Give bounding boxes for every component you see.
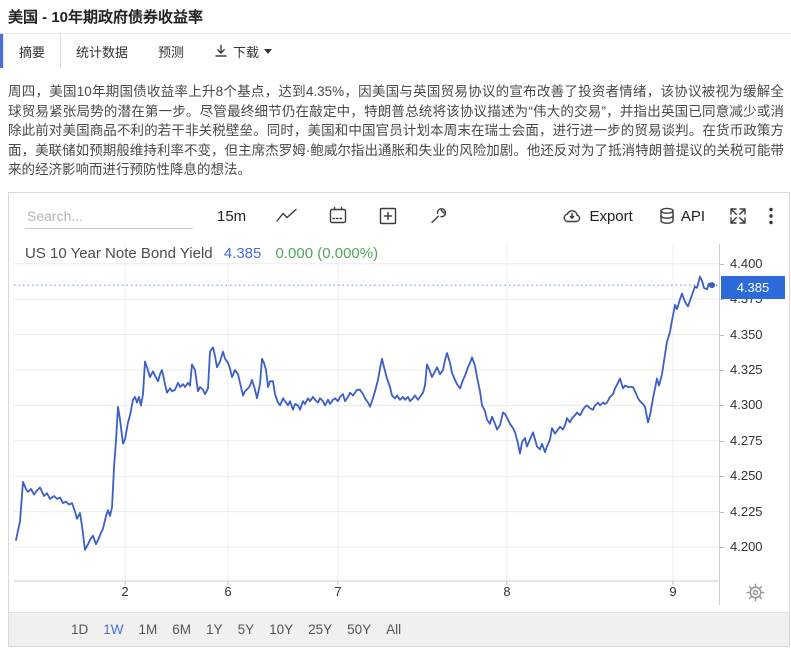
x-axis-label: 2	[121, 584, 128, 599]
interval-button[interactable]: 15m	[217, 208, 246, 225]
y-axis-label: 4.275	[730, 433, 763, 448]
y-axis-label: 4.400	[730, 256, 763, 271]
range-selector: 1D 1W 1M 6M 1Y 5Y 10Y 25Y 50Y All	[9, 612, 789, 646]
calendar-icon[interactable]	[328, 206, 348, 226]
x-axis: 2 6 7 8 9	[9, 584, 719, 602]
y-axis-tick	[720, 476, 724, 477]
toolbar-right-group: Export API	[561, 207, 773, 225]
tab-forecast-label: 预测	[158, 42, 184, 61]
chart-toolbar: 15m	[9, 193, 789, 239]
api-button[interactable]: API	[659, 207, 705, 225]
x-axis-label: 7	[334, 584, 341, 599]
y-axis-label: 4.325	[730, 362, 763, 377]
x-axis-label: 6	[224, 584, 231, 599]
series-name: US 10 Year Note Bond Yield	[25, 245, 213, 262]
export-button[interactable]: Export	[561, 208, 632, 225]
summary-paragraph: 周四，美国10年期国债收益率上升8个基点，达到4.35%，因美国与英国贸易协议的…	[8, 82, 784, 180]
y-axis-tick	[720, 441, 724, 442]
y-axis-tick	[720, 299, 724, 300]
range-button-25y[interactable]: 25Y	[308, 622, 332, 637]
gear-icon[interactable]	[746, 583, 765, 607]
compare-add-icon[interactable]	[378, 206, 398, 226]
cloud-download-icon	[561, 208, 583, 224]
chart-legend: US 10 Year Note Bond Yield 4.385 0.000 (…	[25, 245, 378, 262]
range-button-1m[interactable]: 1M	[139, 622, 158, 637]
y-axis-tick	[720, 405, 724, 406]
range-button-10y[interactable]: 10Y	[269, 622, 293, 637]
y-axis-label: 4.200	[730, 539, 763, 554]
tab-forecast[interactable]: 预测	[143, 34, 199, 68]
series-change: 0.000 (0.000%)	[276, 245, 379, 262]
y-axis-label: 4.300	[730, 397, 763, 412]
tab-summary[interactable]: 摘要	[3, 34, 61, 68]
range-button-all[interactable]: All	[386, 622, 401, 637]
tab-download-label: 下载	[233, 42, 259, 61]
y-axis-tick	[720, 335, 724, 336]
chart-panel: 15m	[8, 192, 790, 647]
current-value-badge: 4.385	[721, 276, 785, 299]
database-icon	[659, 207, 675, 225]
range-button-6m[interactable]: 6M	[172, 622, 191, 637]
y-axis-tick	[720, 370, 724, 371]
tab-statistics-label: 统计数据	[76, 42, 128, 61]
settings-wrench-icon[interactable]	[428, 206, 448, 226]
caret-down-icon	[264, 49, 272, 54]
search-input[interactable]	[25, 204, 193, 229]
range-button-5y[interactable]: 5Y	[238, 622, 255, 637]
tab-download[interactable]: 下载	[199, 34, 287, 68]
y-axis-tick	[720, 512, 724, 513]
fullscreen-icon[interactable]	[729, 207, 747, 225]
page-title: 美国 - 10年期政府债券收益率	[8, 6, 203, 27]
yield-line-chart[interactable]	[14, 244, 719, 586]
range-button-50y[interactable]: 50Y	[347, 622, 371, 637]
x-axis-label: 9	[669, 584, 676, 599]
y-axis-label: 4.225	[730, 504, 763, 519]
chart-type-icon[interactable]	[276, 207, 298, 225]
tab-summary-label: 摘要	[19, 42, 45, 61]
api-label: API	[681, 208, 705, 225]
range-button-1d[interactable]: 1D	[71, 622, 88, 637]
y-axis-tick	[720, 547, 724, 548]
y-axis-label: 4.250	[730, 468, 763, 483]
range-button-1y[interactable]: 1Y	[206, 622, 223, 637]
tab-statistics[interactable]: 统计数据	[61, 34, 143, 68]
range-button-1w[interactable]: 1W	[103, 622, 123, 637]
tab-bar: 摘要 统计数据 预测 下载	[0, 33, 791, 68]
x-axis-label: 8	[503, 584, 510, 599]
more-menu-icon[interactable]	[769, 207, 773, 225]
export-label: Export	[589, 208, 632, 225]
y-axis-tick	[720, 264, 724, 265]
download-icon	[214, 44, 228, 58]
series-value: 4.385	[224, 245, 262, 262]
y-axis-label: 4.350	[730, 327, 763, 342]
